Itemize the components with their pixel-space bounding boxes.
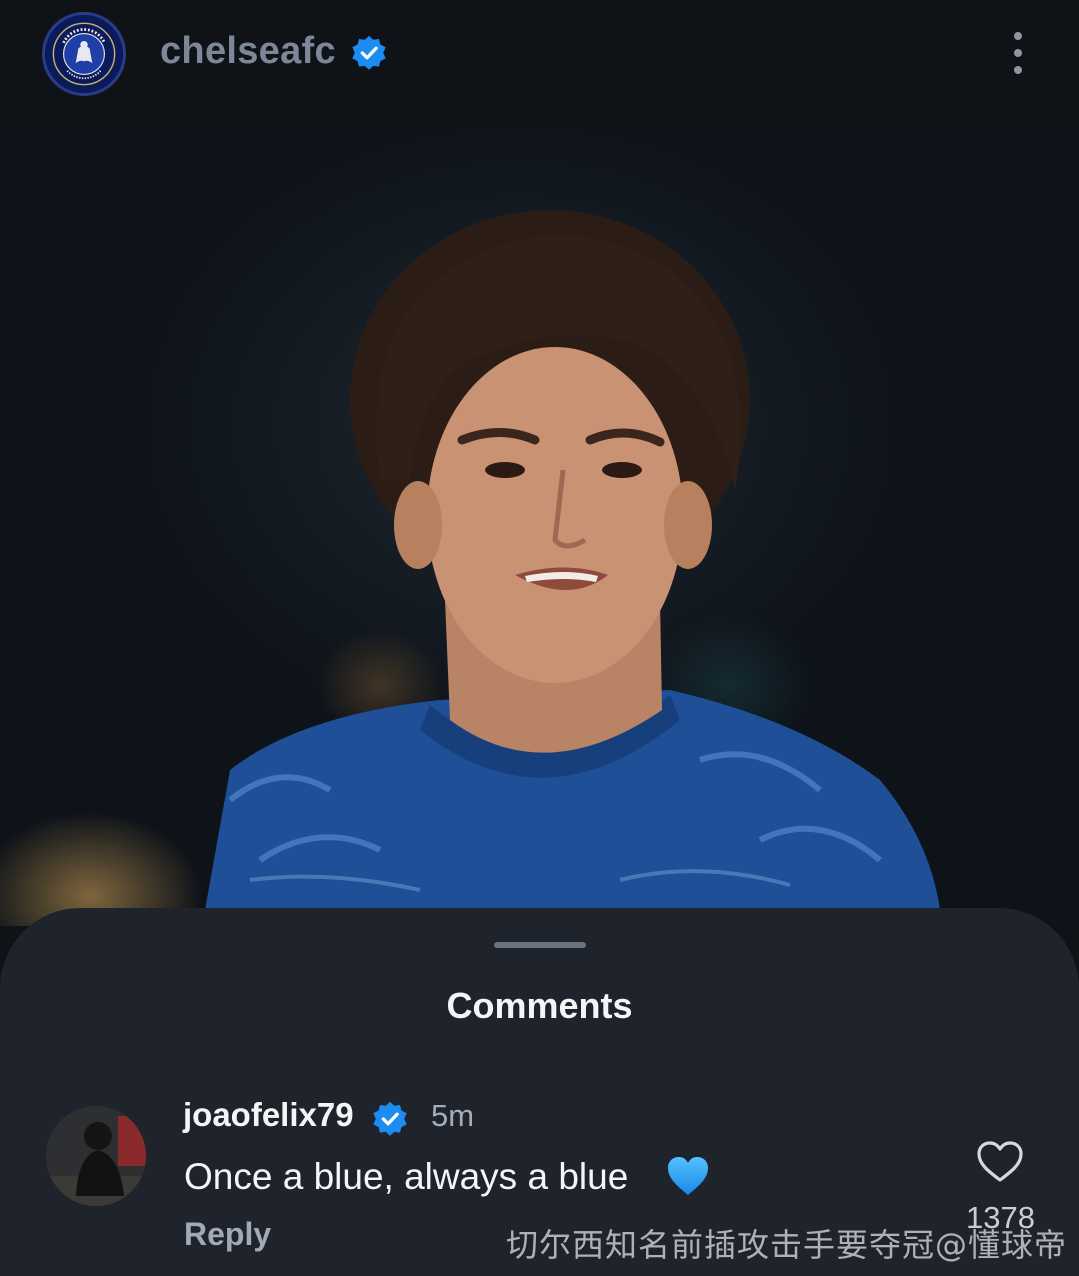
chelsea-crest-avatar[interactable] bbox=[42, 12, 126, 96]
post-author-username[interactable]: chelseafc bbox=[160, 30, 336, 73]
post-header: chelseafc bbox=[0, 0, 1079, 126]
comment-text: Once a blue, always a blue bbox=[184, 1156, 629, 1197]
chelsea-crest-icon bbox=[46, 16, 122, 92]
watermark: 切尔西知名前插攻击手要夺冠@懂球帝 bbox=[505, 1226, 1067, 1264]
comment-username[interactable]: joaofelix79 bbox=[183, 1096, 354, 1134]
sheet-title: Comments bbox=[446, 985, 633, 1026]
verified-badge-icon bbox=[352, 35, 386, 70]
like-heart-icon[interactable] bbox=[976, 1140, 1024, 1184]
player-photo bbox=[205, 210, 940, 910]
sheet-drag-handle[interactable] bbox=[494, 942, 586, 948]
more-options-icon[interactable] bbox=[1000, 28, 1036, 80]
blue-heart-icon bbox=[668, 1157, 708, 1195]
post-photo[interactable] bbox=[0, 126, 1079, 926]
verified-badge-icon bbox=[373, 1101, 407, 1136]
commenter-avatar[interactable] bbox=[46, 1106, 146, 1206]
reply-button[interactable]: Reply bbox=[184, 1216, 271, 1253]
user-avatar-icon bbox=[46, 1106, 146, 1206]
comment-timestamp: 5m bbox=[431, 1098, 475, 1133]
